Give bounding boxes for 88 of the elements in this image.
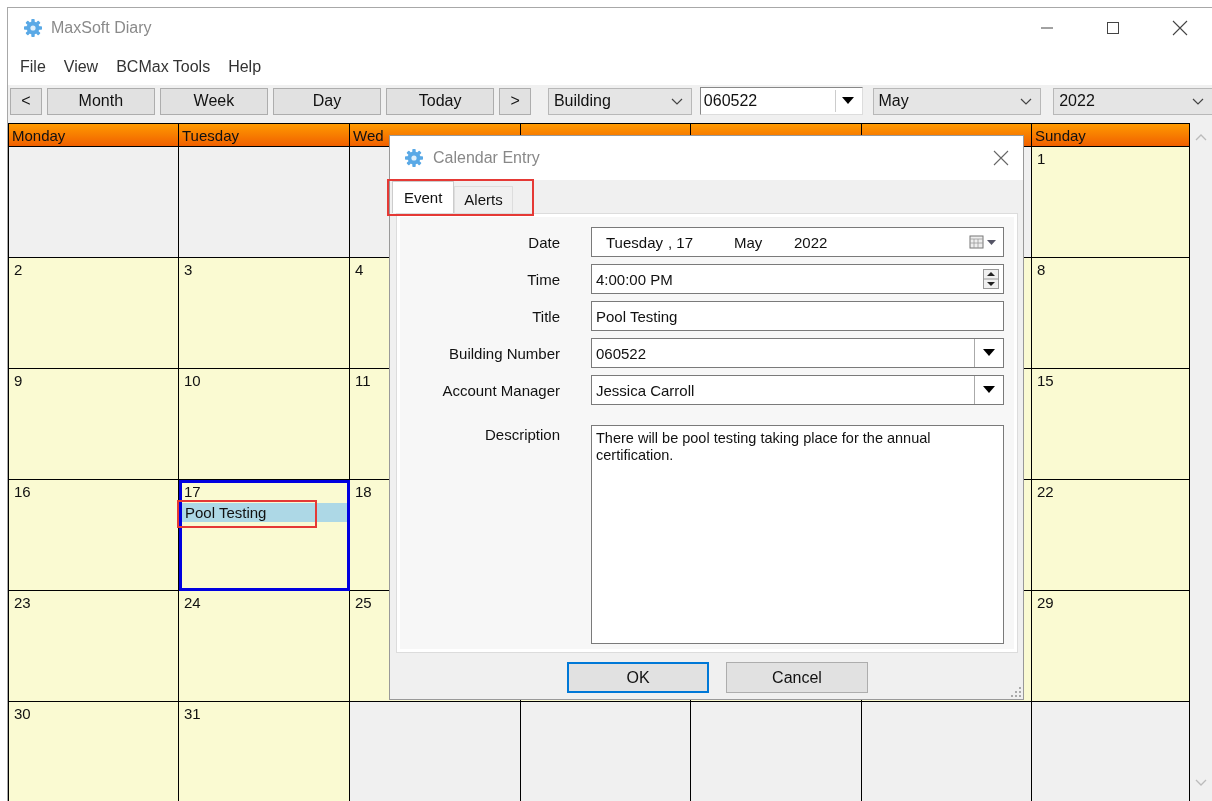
spinner-arrows-icon[interactable] bbox=[983, 269, 999, 289]
calendar-icon[interactable] bbox=[969, 235, 997, 249]
field-label: Time bbox=[526, 270, 560, 288]
day-header: Tuesday bbox=[179, 123, 350, 147]
day-number: 16 bbox=[13, 483, 31, 500]
dropdown[interactable]: Building bbox=[547, 87, 692, 115]
calendar-cell[interactable]: 1 bbox=[1032, 147, 1190, 258]
day-number: 24 bbox=[183, 594, 201, 611]
field-label: Title bbox=[531, 307, 560, 325]
window-title: MaxSoft Diary bbox=[51, 19, 152, 37]
day-number: 4 bbox=[354, 261, 364, 278]
dialog-button[interactable]: OK bbox=[567, 662, 709, 693]
chevron-down-icon bbox=[670, 97, 683, 105]
close-icon[interactable] bbox=[1172, 20, 1188, 36]
calendar-cell[interactable]: 15 bbox=[1032, 369, 1190, 480]
calendar-cell[interactable]: 22 bbox=[1032, 480, 1190, 591]
dialog-button[interactable]: Cancel bbox=[726, 662, 868, 693]
day-number: 2 bbox=[13, 261, 23, 278]
gear-icon bbox=[23, 18, 43, 38]
day-number: 30 bbox=[13, 705, 31, 722]
scroll-up-icon[interactable] bbox=[1195, 133, 1207, 141]
maximize-icon[interactable] bbox=[1106, 21, 1120, 35]
day-number: 10 bbox=[183, 372, 201, 389]
chevron-down-icon bbox=[1192, 97, 1204, 105]
menu-item[interactable]: File bbox=[18, 57, 48, 76]
event-item[interactable]: Pool Testing bbox=[182, 503, 347, 522]
day-number: 11 bbox=[354, 372, 371, 389]
field-label: Description bbox=[483, 425, 560, 443]
day-number: 22 bbox=[1036, 483, 1054, 500]
toolbar-button[interactable]: < bbox=[10, 87, 42, 115]
day-number: 17 bbox=[183, 483, 201, 500]
dropdown[interactable]: May bbox=[872, 87, 1042, 115]
day-number: 8 bbox=[1036, 261, 1046, 278]
combo-box[interactable]: 060522 bbox=[591, 338, 1004, 368]
day-number: 29 bbox=[1036, 594, 1054, 611]
title-input[interactable]: Pool Testing bbox=[591, 301, 1004, 331]
calendar-cell[interactable]: 3 bbox=[179, 258, 350, 369]
calendar-cell[interactable]: 24 bbox=[179, 591, 350, 702]
combo-box[interactable]: Jessica Carroll bbox=[591, 375, 1004, 405]
toolbar-button[interactable]: Day bbox=[272, 87, 382, 115]
calendar-cell[interactable]: 31 bbox=[179, 702, 350, 801]
building-number-combo[interactable]: 060522 bbox=[699, 87, 863, 115]
description-textarea[interactable]: There will be pool testing taking place for the annual certification. bbox=[591, 425, 1004, 644]
toolbar-button[interactable]: Month bbox=[46, 87, 155, 115]
day-header: Sunday bbox=[1032, 123, 1190, 147]
scroll-down-icon[interactable] bbox=[1195, 779, 1207, 787]
menu-item[interactable]: Help bbox=[226, 57, 264, 76]
gear-icon bbox=[404, 148, 424, 168]
calendar-cell[interactable]: 16 bbox=[9, 480, 179, 591]
calendar-cell[interactable]: 30 bbox=[9, 702, 179, 801]
day-number: 23 bbox=[13, 594, 31, 611]
calendar-cell[interactable]: 9 bbox=[9, 369, 179, 480]
dropdown-icon bbox=[983, 349, 995, 357]
dropdown-icon bbox=[983, 386, 995, 394]
date-picker[interactable]: Tuesday , 17 May 2022 bbox=[591, 227, 1004, 257]
dropdown-icon bbox=[841, 97, 854, 105]
chevron-down-icon bbox=[1020, 97, 1033, 105]
day-number: 31 bbox=[183, 705, 201, 722]
day-number: 25 bbox=[354, 594, 372, 611]
toolbar-button[interactable]: Today bbox=[386, 87, 495, 115]
tab[interactable]: Alerts bbox=[454, 186, 513, 213]
calendar-cell[interactable]: 2 bbox=[9, 258, 179, 369]
field-label: Building Number bbox=[448, 344, 560, 362]
toolbar-button[interactable]: Week bbox=[159, 87, 268, 115]
field-label: Date bbox=[527, 233, 560, 251]
calendar-cell[interactable] bbox=[9, 147, 179, 258]
day-number: 3 bbox=[183, 261, 193, 278]
resize-grip-icon[interactable] bbox=[1011, 687, 1021, 697]
dialog-title: Calendar Entry bbox=[433, 149, 540, 167]
day-number: 1 bbox=[1036, 150, 1046, 167]
menu-item[interactable]: BCMax Tools bbox=[114, 57, 213, 76]
calendar-cell[interactable]: 23 bbox=[9, 591, 179, 702]
calendar-cell[interactable]: 17 Pool Testing bbox=[179, 480, 350, 591]
day-number: 9 bbox=[13, 372, 23, 389]
close-icon[interactable] bbox=[993, 150, 1009, 166]
calendar-cell[interactable]: 8 bbox=[1032, 258, 1190, 369]
day-header: Monday bbox=[9, 123, 179, 147]
time-spinner[interactable]: 4:00:00 PM bbox=[591, 264, 1004, 294]
calendar-cell[interactable]: 29 bbox=[1032, 591, 1190, 702]
calendar-cell[interactable] bbox=[179, 147, 350, 258]
dropdown[interactable]: 2022 bbox=[1053, 87, 1212, 115]
calendar-cell[interactable]: 10 bbox=[179, 369, 350, 480]
field-label: Account Manager bbox=[441, 381, 560, 399]
day-number: 18 bbox=[354, 483, 372, 500]
tab[interactable]: Event bbox=[392, 181, 455, 213]
menu-item[interactable]: View bbox=[61, 57, 101, 76]
toolbar-button[interactable]: > bbox=[499, 87, 531, 115]
day-number: 15 bbox=[1036, 372, 1054, 389]
